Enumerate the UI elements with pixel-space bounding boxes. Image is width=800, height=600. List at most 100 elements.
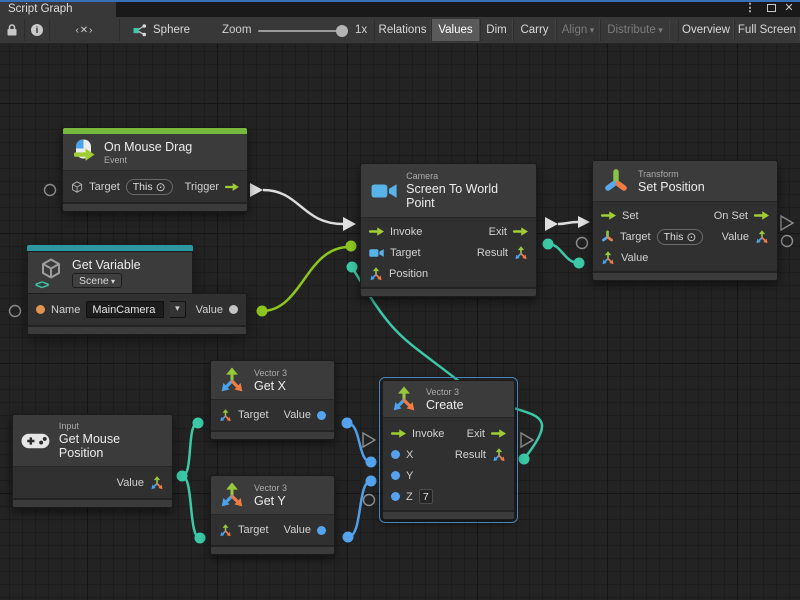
object-port-dot[interactable] — [229, 305, 238, 314]
breadcrumb[interactable]: Sphere — [133, 19, 190, 41]
tab-script-graph[interactable]: Script Graph — [0, 2, 116, 17]
port-label-value: Value — [284, 524, 311, 536]
flow-arrow-icon[interactable] — [754, 211, 769, 220]
transform-port-icon[interactable] — [601, 230, 614, 243]
port-label-position: Position — [389, 268, 428, 280]
zoom-value: 1x — [355, 19, 367, 41]
target-this-chip[interactable]: This — [657, 229, 704, 245]
node-footer — [13, 498, 172, 507]
camera-icon — [371, 182, 397, 200]
node-get-mouse-position[interactable]: Input Get Mouse Position Value — [12, 414, 173, 508]
chevrons-icon: <> — [35, 277, 48, 292]
flow-arrow-icon[interactable] — [491, 429, 506, 438]
zoom-slider-knob[interactable] — [336, 25, 348, 37]
object-picker-icon[interactable] — [156, 180, 166, 194]
node-get-variable[interactable]: <> Get Variable Scene Name MainCamera Va… — [27, 245, 247, 335]
transform-icon — [603, 168, 629, 194]
close-icon[interactable] — [782, 2, 796, 16]
float-port-dot[interactable] — [317, 526, 326, 535]
string-port-dot[interactable] — [36, 305, 45, 314]
node-category: Input — [59, 421, 164, 431]
port-label-exit: Exit — [489, 226, 507, 238]
vector3-port-icon[interactable] — [219, 524, 232, 537]
flow-arrow-icon[interactable] — [225, 182, 239, 192]
port-label-value-out: Value — [722, 231, 749, 243]
node-footer — [593, 271, 777, 280]
port-label-z: Z — [406, 491, 413, 503]
zoom-slider[interactable] — [258, 30, 346, 32]
port-label-target: Target — [238, 409, 269, 421]
node-title: On Mouse Drag — [104, 140, 192, 154]
object-picker-icon[interactable] — [686, 230, 696, 244]
node-title: Get Mouse Position — [59, 432, 164, 460]
port-label-result: Result — [477, 247, 508, 259]
port-label-value: Value — [196, 304, 223, 316]
maximize-icon[interactable] — [764, 2, 778, 16]
toolbar-button-values[interactable]: Values — [431, 19, 480, 41]
toolbar-button-dim[interactable]: Dim — [480, 19, 513, 41]
vector3-icon — [219, 482, 245, 508]
node-vector3-get-x[interactable]: Vector 3 Get X Target Value — [210, 360, 335, 440]
variable-name-dropdown-button[interactable] — [170, 301, 186, 318]
flow-arrow-icon[interactable] — [369, 227, 384, 236]
variable-scope-dropdown[interactable]: Scene — [72, 273, 122, 288]
node-screen-to-world-point[interactable]: Camera Screen To World Point Invoke Exit… — [360, 163, 537, 297]
gamepad-icon — [21, 432, 50, 450]
node-category: Camera — [406, 171, 526, 181]
vector3-port-icon[interactable] — [514, 246, 528, 260]
node-footer — [28, 325, 246, 334]
flow-arrow-icon[interactable] — [391, 429, 406, 438]
node-footer — [383, 510, 514, 519]
vector3-icon — [391, 386, 417, 412]
float-port-dot[interactable] — [391, 471, 400, 480]
node-footer — [63, 202, 247, 211]
zoom-label: Zoom — [222, 19, 251, 41]
z-value-field[interactable]: 7 — [419, 489, 433, 504]
variable-name-field[interactable]: MainCamera — [86, 301, 164, 318]
flow-arrow-icon[interactable] — [601, 211, 616, 220]
vector3-port-icon[interactable] — [492, 448, 506, 462]
node-on-mouse-drag[interactable]: On Mouse Drag Event Target This Trigger — [62, 127, 248, 212]
float-port-dot[interactable] — [391, 450, 400, 459]
toolbar-button-full-screen[interactable]: Full Screen — [734, 19, 800, 41]
vector3-port-icon[interactable] — [219, 409, 232, 422]
node-title: Get Y — [254, 494, 287, 508]
toolbar-button-carry[interactable]: Carry — [513, 19, 556, 41]
code-view-button[interactable] — [50, 19, 120, 41]
toolbar-button-relations[interactable]: Relations — [374, 19, 431, 41]
unity-visual-scripting-window: On Mouse Drag Event Target This Trigger … — [0, 0, 800, 600]
toolbar-button-distribute[interactable]: Distribute — [600, 19, 670, 41]
flow-arrow-icon[interactable] — [513, 227, 528, 236]
vector3-port-icon[interactable] — [150, 476, 164, 490]
port-label-name: Name — [51, 304, 80, 316]
port-label-invoke: Invoke — [412, 428, 444, 440]
lock-button[interactable] — [0, 19, 25, 41]
node-set-position[interactable]: Transform Set Position Set On Set Target… — [592, 160, 778, 281]
camera-port-icon[interactable] — [369, 248, 384, 258]
node-footer — [361, 287, 536, 296]
node-title: Get X — [254, 379, 287, 393]
target-this-chip[interactable]: This — [126, 179, 173, 195]
vector3-port-icon[interactable] — [601, 251, 615, 265]
port-label-value-in: Value — [621, 252, 648, 264]
vector3-icon — [219, 367, 245, 393]
toolbar-button-align[interactable]: Align — [556, 19, 600, 41]
float-port-dot[interactable] — [317, 411, 326, 420]
port-label-target: Target — [620, 231, 651, 243]
port-label-target: Target — [89, 181, 120, 193]
kebab-menu-icon[interactable] — [744, 2, 756, 16]
graph-icon — [133, 23, 147, 37]
port-label-value: Value — [284, 409, 311, 421]
info-button[interactable]: i — [25, 19, 50, 41]
float-port-dot[interactable] — [391, 492, 400, 501]
node-title: Create — [426, 398, 464, 412]
node-vector3-get-y[interactable]: Vector 3 Get Y Target Value — [210, 475, 335, 555]
vector3-port-icon[interactable] — [369, 267, 383, 281]
vector3-port-icon[interactable] — [755, 230, 769, 244]
node-title: Screen To World Point — [406, 182, 526, 210]
node-vector3-create[interactable]: Vector 3 Create Invoke Exit X Result Y — [382, 380, 515, 520]
toolbar-button-overview[interactable]: Overview — [678, 19, 734, 41]
graph-toolbar: i Sphere Zoom 1x Relations Values Dim Ca… — [0, 17, 800, 44]
node-category: Transform — [638, 169, 705, 179]
node-title: Get Variable — [72, 258, 141, 272]
